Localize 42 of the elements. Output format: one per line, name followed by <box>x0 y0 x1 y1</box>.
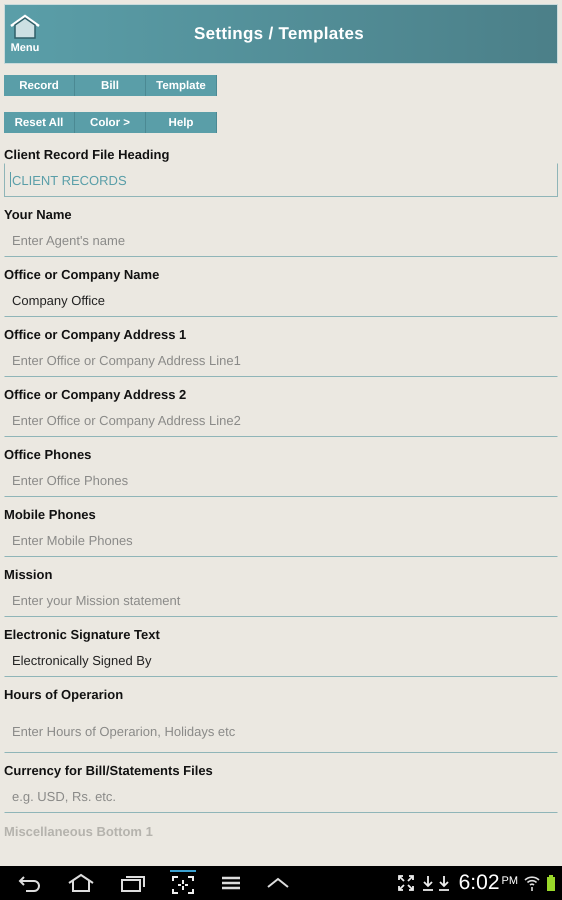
expand-icon <box>396 874 415 892</box>
field-label: Mobile Phones <box>4 507 97 523</box>
text-field[interactable]: Enter Agent's name <box>4 223 558 257</box>
toolbar-button[interactable]: Bill <box>75 75 146 96</box>
text-cursor <box>10 172 11 187</box>
toolbar-button[interactable]: Help <box>146 112 217 133</box>
text-field[interactable]: Company Office <box>4 283 558 317</box>
home-icon[interactable] <box>66 873 96 893</box>
text-field[interactable]: Electronically Signed By <box>4 643 558 677</box>
wifi-icon <box>524 874 540 892</box>
page-title: Settings / Templates <box>192 24 366 44</box>
field-label: Client Record File Heading <box>4 147 170 163</box>
field-label: Office or Company Name <box>4 267 160 283</box>
field-label: Electronic Signature Text <box>4 627 161 643</box>
home-icon <box>9 14 41 40</box>
field-label: Currency for Bill/Statements Files <box>4 763 214 779</box>
caret-up-icon[interactable] <box>266 876 290 890</box>
text-field[interactable]: Enter Office Phones <box>4 463 558 497</box>
battery-icon <box>546 874 556 892</box>
text-field[interactable]: Enter Mobile Phones <box>4 523 558 557</box>
text-field[interactable]: Enter Office or Company Address Line2 <box>4 403 558 437</box>
text-field[interactable]: CLIENT RECORDS <box>4 163 558 197</box>
recent-apps-icon[interactable] <box>120 873 146 893</box>
clock-time: 6:02 <box>458 871 500 895</box>
field-label: Hours of Operarion <box>4 687 124 703</box>
toolbar-button[interactable]: Template <box>146 75 217 96</box>
clock-period: PM <box>502 875 518 887</box>
menu-button[interactable]: Menu <box>5 14 41 54</box>
field-label: Your Name <box>4 207 73 223</box>
toolbar-button[interactable]: Reset All <box>4 112 75 133</box>
screenshot-icon[interactable] <box>170 870 196 896</box>
field-label: Mission <box>4 567 54 583</box>
field-label: Office or Company Address 1 <box>4 327 188 343</box>
text-field[interactable]: e.g. USD, Rs. etc. <box>4 779 558 813</box>
text-field[interactable]: Enter your Mission statement <box>4 583 558 617</box>
text-field[interactable]: Enter Hours of Operarion, Holidays etc <box>4 703 558 753</box>
field-label: Office Phones <box>4 447 92 463</box>
toolbar-button[interactable]: Color > <box>75 112 146 133</box>
toolbar-button[interactable]: Record <box>4 75 75 96</box>
field-label: Office or Company Address 2 <box>4 387 188 403</box>
text-field[interactable]: Enter Office or Company Address Line1 <box>4 343 558 377</box>
menu-icon[interactable] <box>220 874 242 892</box>
